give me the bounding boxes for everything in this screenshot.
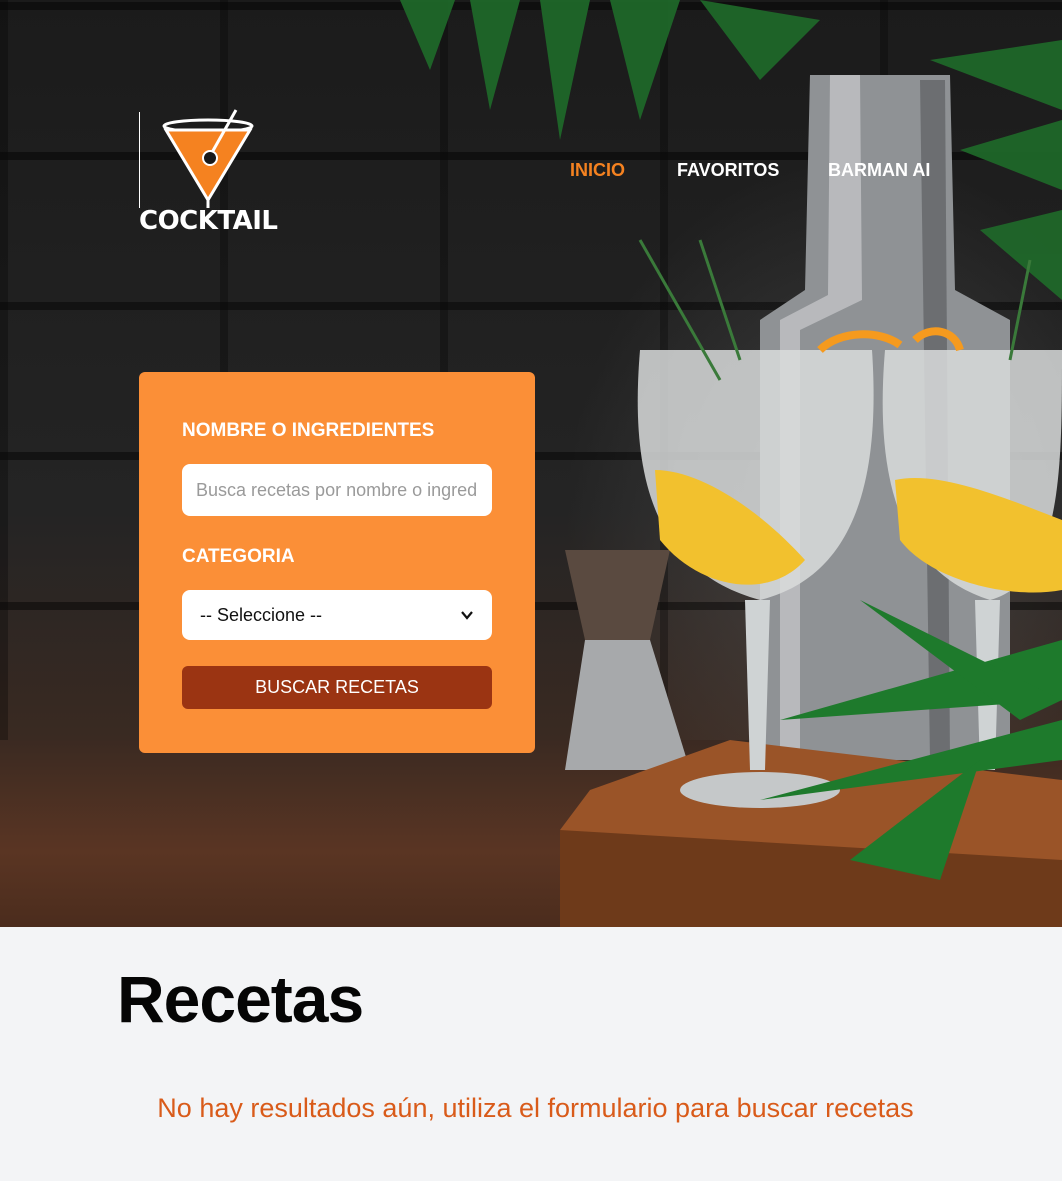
nav-item-favoritos[interactable]: FAVORITOS [677, 160, 779, 181]
category-selected-value: -- Seleccione -- [200, 604, 323, 625]
brand-name: COCKTAIL [139, 206, 278, 236]
empty-results-message: No hay resultados aún, utiliza el formul… [157, 1093, 914, 1123]
nav-item-inicio[interactable]: INICIO [570, 160, 625, 181]
name-search-input[interactable] [182, 464, 492, 516]
category-field-label: CATEGORIA [182, 546, 295, 567]
hero-banner: COCKTAIL INICIO FAVORITOS BARMAN AI NOMB… [0, 0, 1062, 927]
page-title: Recetas [117, 962, 364, 1036]
search-recipes-button[interactable]: BUSCAR RECETAS [182, 666, 492, 709]
name-field-label: NOMBRE O INGREDIENTES [182, 420, 435, 441]
nav-item-barman-ai[interactable]: BARMAN AI [828, 160, 930, 181]
results-section: Recetas No hay resultados aún, utiliza e… [0, 927, 1062, 1181]
category-select[interactable]: -- Seleccione -- [182, 590, 492, 640]
search-form: NOMBRE O INGREDIENTES CATEGORIA -- Selec… [139, 372, 535, 753]
chevron-down-icon [461, 611, 473, 620]
